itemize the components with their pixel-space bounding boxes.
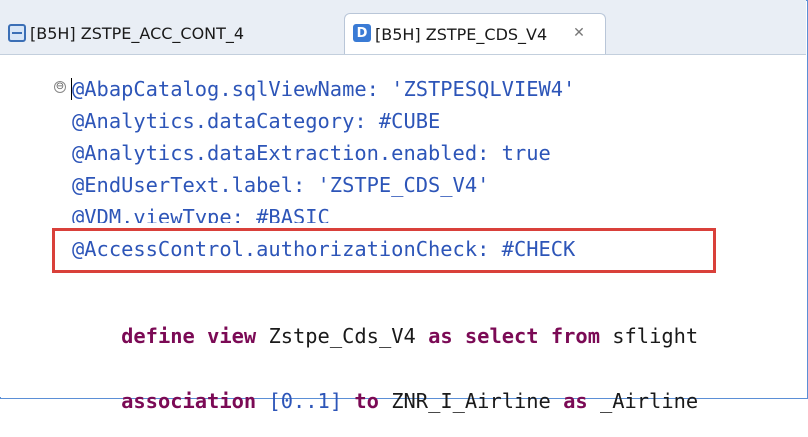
editor-tab-bar: [B5H] ZSTPE_ACC_CONT_4 D [B5H] ZSTPE_CDS… bbox=[0, 0, 806, 55]
view-name: Zstpe_Cds_V4 bbox=[268, 324, 416, 348]
association-alias: _Airline bbox=[599, 389, 699, 413]
ddl-source-icon: D bbox=[353, 24, 371, 42]
keyword: from bbox=[550, 324, 600, 348]
keyword: association bbox=[121, 389, 257, 413]
code-line-4: @EndUserText.label: 'ZSTPE_CDS_V4' bbox=[72, 173, 490, 197]
code-line-association: association [0..1] to ZNR_I_Airline as _… bbox=[72, 365, 698, 437]
association-target: ZNR_I_Airline bbox=[391, 389, 551, 413]
keyword: view bbox=[207, 324, 257, 348]
code-line-1: @AbapCatalog.sqlViewName: 'ZSTPESQLVIEW4… bbox=[72, 77, 576, 101]
code-line-3: @Analytics.dataExtraction.enabled: true bbox=[72, 141, 551, 165]
close-icon[interactable]: ✕ bbox=[571, 25, 587, 41]
code-editor[interactable]: ⊖ @AbapCatalog.sqlViewName: 'ZSTPESQLVIE… bbox=[0, 55, 806, 413]
keyword: define bbox=[121, 324, 195, 348]
keyword: as bbox=[428, 324, 453, 348]
tab-zstpe-acc-cont-4[interactable]: [B5H] ZSTPE_ACC_CONT_4 bbox=[0, 14, 344, 53]
source-table: sflight bbox=[612, 324, 699, 348]
table-icon bbox=[8, 24, 26, 42]
keyword: as bbox=[563, 389, 588, 413]
cardinality: [0..1] bbox=[268, 389, 343, 413]
highlight-box bbox=[52, 228, 716, 273]
code-line-5: @VDM.viewType: #BASIC bbox=[72, 205, 330, 223]
tab-label: [B5H] ZSTPE_ACC_CONT_4 bbox=[30, 24, 245, 43]
keyword: to bbox=[354, 389, 379, 413]
keyword: select bbox=[464, 324, 539, 348]
tab-label: [B5H] ZSTPE_CDS_V4 bbox=[375, 24, 548, 44]
code-line-define: define view Zstpe_Cds_V4 as select from … bbox=[72, 300, 698, 372]
code-line-2: @Analytics.dataCategory: #CUBE bbox=[72, 109, 441, 133]
fold-collapse-icon[interactable]: ⊖ bbox=[54, 81, 66, 93]
tab-zstpe-cds-v4[interactable]: D [B5H] ZSTPE_CDS_V4 ✕ bbox=[344, 13, 606, 54]
